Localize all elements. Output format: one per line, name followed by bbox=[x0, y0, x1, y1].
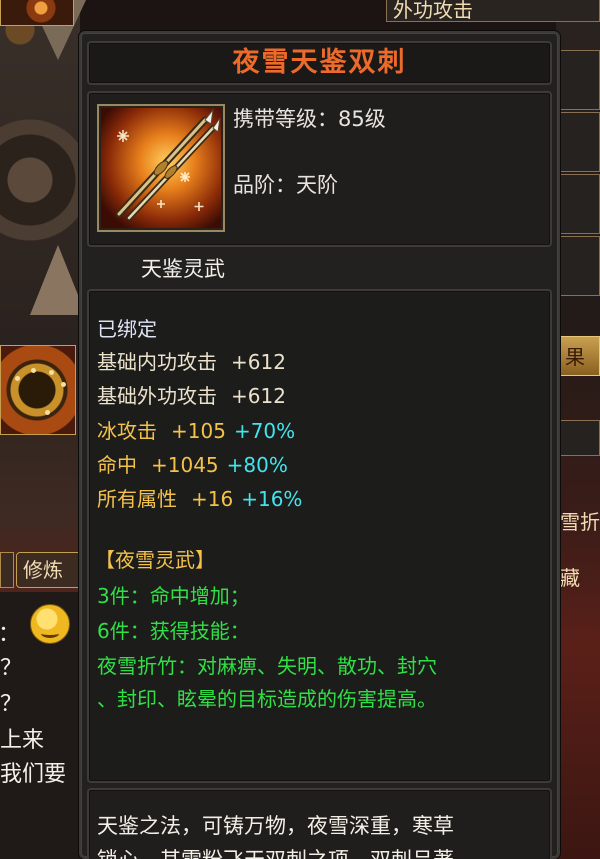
stat-percent: +70% bbox=[233, 419, 296, 443]
item-grade: 品阶：天阶 bbox=[233, 173, 338, 197]
stat-name: 基础外功攻击 bbox=[97, 384, 217, 408]
cultivate-button[interactable]: 修炼 bbox=[16, 552, 82, 588]
set-bonus-line: 3件：命中增加； bbox=[97, 584, 250, 608]
stat-name: 冰攻击 bbox=[97, 419, 157, 443]
carry-level: 携带等级：85级 bbox=[233, 107, 386, 131]
equipment-slot-ring[interactable] bbox=[0, 345, 76, 435]
description-line: 锁心，其雪粉飞天双刺之项，双刺吕著 bbox=[97, 843, 454, 859]
twin-spear-weapon-icon[interactable] bbox=[97, 104, 225, 232]
stat-name: 所有属性 bbox=[97, 487, 177, 511]
ring-stud bbox=[31, 368, 36, 373]
base-stat-row: 基础外功攻击 +612 bbox=[97, 383, 286, 409]
bonus-stat-row: 冰攻击 +105 +70% bbox=[97, 418, 295, 444]
right-background-panel: 果 雪折 藏 bbox=[556, 0, 600, 859]
left-side-tab[interactable] bbox=[0, 552, 14, 588]
chat-line: 上来 bbox=[0, 728, 45, 753]
stat-value: +612 bbox=[231, 350, 286, 374]
right-panel-row bbox=[556, 112, 600, 172]
stat-value: +16 bbox=[191, 487, 234, 511]
chat-line: ： bbox=[0, 622, 21, 647]
tooltip-title-bar: 夜雪天鉴双刺 bbox=[87, 41, 552, 85]
stat-name: 基础内功攻击 bbox=[97, 350, 217, 374]
set-bonus-line: 夜雪折竹：对麻痹、失明、散功、封穴 bbox=[97, 654, 437, 678]
ring-stud bbox=[61, 382, 66, 387]
stat-percent: +16% bbox=[241, 487, 303, 511]
attribute-label-top: 外功攻击 bbox=[386, 0, 600, 22]
ring-stud bbox=[49, 370, 54, 375]
right-panel-row bbox=[556, 50, 600, 110]
base-stat-row: 基础内功攻击 +612 bbox=[97, 349, 286, 375]
description-line: 天鉴之法，可铸万物，夜雪深重，寒草 bbox=[97, 814, 454, 838]
chat-line: ？ bbox=[0, 656, 23, 681]
item-category: 天鉴灵武 bbox=[141, 257, 225, 281]
set-name: 【夜雪灵武】 bbox=[95, 548, 215, 572]
stat-value: +1045 bbox=[151, 453, 219, 477]
right-tab-label[interactable]: 藏 bbox=[556, 562, 600, 591]
chat-line: ？ bbox=[0, 692, 23, 717]
equipment-slot-top[interactable] bbox=[0, 0, 74, 26]
stat-value: +105 bbox=[171, 419, 226, 443]
right-tab-fruit[interactable]: 果 bbox=[556, 336, 600, 376]
right-panel-row bbox=[556, 420, 600, 456]
ornament-spike bbox=[30, 245, 86, 315]
ring-stud bbox=[15, 376, 20, 381]
right-panel-row bbox=[556, 174, 600, 234]
right-panel-row bbox=[556, 236, 600, 296]
item-tooltip: 夜雪天鉴双刺 携带等级：85级 品阶：天阶 天鉴灵武 已绑定 基础内功攻击 +6… bbox=[79, 31, 560, 859]
ring-stud bbox=[45, 410, 50, 415]
bonus-stat-row: 所有属性 +16 +16% bbox=[97, 486, 302, 512]
stat-value: +612 bbox=[231, 384, 286, 408]
bound-status: 已绑定 bbox=[97, 317, 157, 341]
set-bonus-line: 、封印、眩晕的目标造成的伤害提高。 bbox=[97, 687, 437, 711]
stat-percent: +80% bbox=[226, 453, 288, 477]
chat-line: 我们要 bbox=[0, 762, 67, 787]
right-tab-label[interactable]: 雪折 bbox=[556, 506, 600, 535]
emoji-face-icon bbox=[30, 604, 70, 644]
bonus-stat-row: 命中 +1045 +80% bbox=[97, 452, 288, 478]
item-name: 夜雪天鉴双刺 bbox=[232, 47, 407, 78]
stat-name: 命中 bbox=[97, 453, 137, 477]
set-bonus-line: 6件：获得技能： bbox=[97, 619, 250, 643]
